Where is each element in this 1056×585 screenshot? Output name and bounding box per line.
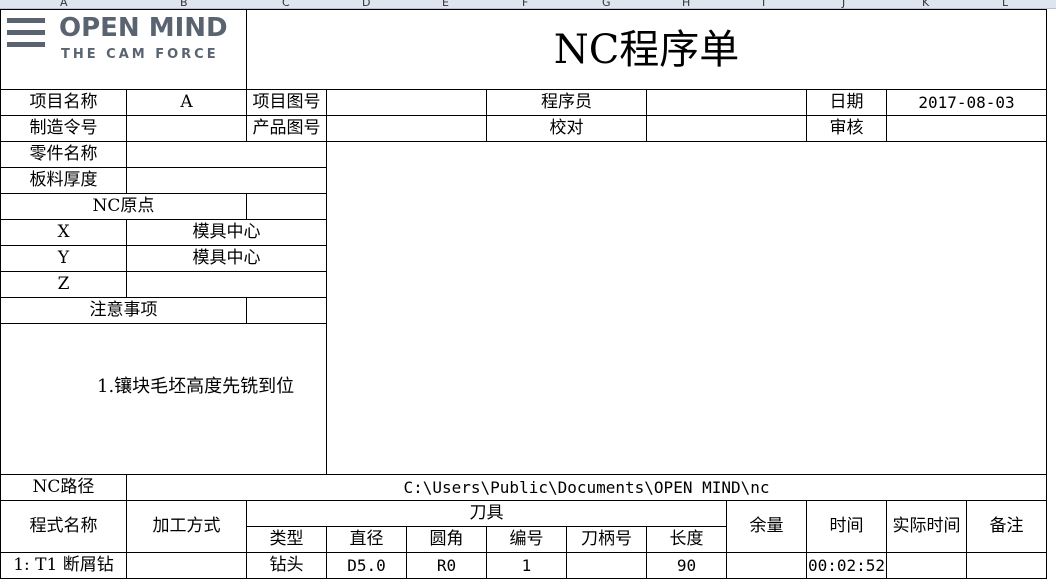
row-tool-type[interactable]: 钻头 (246, 552, 327, 579)
row-stock[interactable] (726, 552, 807, 579)
nc-path-value[interactable]: C:\Users\Public\Documents\OPEN MIND\nc (126, 474, 1047, 501)
z-value[interactable] (126, 271, 327, 298)
review-label[interactable]: 审核 (806, 115, 887, 142)
row-machining-method[interactable] (126, 552, 247, 579)
project-name-value[interactable]: A (126, 89, 247, 116)
y-value[interactable]: 模具中心 (126, 245, 327, 272)
column-header-l[interactable]: L (1002, 0, 1008, 8)
actual-time-header[interactable]: 实际时间 (886, 500, 967, 553)
row-tool-holder[interactable] (566, 552, 647, 579)
row-remarks[interactable] (966, 552, 1047, 579)
column-header-g[interactable]: G (602, 0, 611, 8)
order-value[interactable] (126, 115, 247, 142)
part-name-label[interactable]: 零件名称 (0, 141, 127, 168)
y-label[interactable]: Y (0, 245, 127, 272)
logo-cell: OPEN MIND THE CAM FORCE (0, 9, 247, 90)
time-header[interactable]: 时间 (806, 500, 887, 553)
column-header-d[interactable]: D (362, 0, 370, 8)
project-name-label[interactable]: 项目名称 (0, 89, 127, 116)
column-header-h[interactable]: H (682, 0, 690, 8)
tool-number-header[interactable]: 编号 (486, 526, 567, 553)
date-label[interactable]: 日期 (806, 89, 887, 116)
tool-corner-header[interactable]: 圆角 (406, 526, 487, 553)
x-value[interactable]: 模具中心 (126, 219, 327, 246)
check-value[interactable] (646, 115, 807, 142)
row-tool-number[interactable]: 1 (486, 552, 567, 579)
row-tool-diameter[interactable]: D5.0 (326, 552, 407, 579)
x-label[interactable]: X (0, 219, 127, 246)
column-header-i[interactable]: I (762, 0, 765, 8)
part-name-value[interactable] (126, 141, 327, 168)
tool-header[interactable]: 刀具 (246, 500, 727, 527)
tool-type-header[interactable]: 类型 (246, 526, 327, 553)
z-label[interactable]: Z (0, 271, 127, 298)
nc-program-sheet: OPEN MIND THE CAM FORCE NC程序单 项目名称 A 项目图… (0, 9, 1047, 579)
row-tool-corner[interactable]: R0 (406, 552, 487, 579)
tool-length-header[interactable]: 长度 (646, 526, 727, 553)
drawing-area[interactable] (326, 141, 1047, 475)
column-header-k[interactable]: K (922, 0, 929, 8)
note-area-upper[interactable] (0, 349, 327, 374)
remarks-header[interactable]: 备注 (966, 500, 1047, 553)
thickness-label[interactable]: 板料厚度 (0, 167, 127, 194)
review-value[interactable] (886, 115, 1047, 142)
row-time[interactable]: 00:02:52 (806, 552, 887, 579)
logo-brand-top: OPEN MIND (59, 13, 228, 43)
column-header-e[interactable]: E (442, 0, 449, 8)
row-program-name[interactable]: 1: T1 断屑钻 (0, 552, 127, 579)
programmer-label[interactable]: 程序员 (486, 89, 647, 116)
column-header-bar: A B C D E F G H I J K L (0, 0, 1056, 9)
column-header-c[interactable]: C (282, 0, 290, 8)
note-area-top[interactable] (0, 323, 327, 349)
product-drawing-label[interactable]: 产品图号 (246, 115, 327, 142)
logo-brand-bottom: THE CAM FORCE (61, 47, 219, 62)
column-header-a[interactable]: A (60, 0, 68, 8)
programmer-value[interactable] (646, 89, 807, 116)
open-mind-logo-icon: OPEN MIND THE CAM FORCE (7, 13, 228, 62)
column-header-b[interactable]: B (180, 0, 188, 8)
nc-path-label[interactable]: NC路径 (0, 474, 127, 501)
project-drawing-label[interactable]: 项目图号 (246, 89, 327, 116)
nc-origin-label[interactable]: NC原点 (0, 193, 247, 220)
order-label[interactable]: 制造令号 (0, 115, 127, 142)
date-value[interactable]: 2017-08-03 (886, 89, 1047, 116)
sheet-title[interactable]: NC程序单 (246, 9, 1047, 90)
note-text[interactable]: 1.镶块毛坯高度先铣到位 (0, 374, 327, 399)
stock-header[interactable]: 余量 (726, 500, 807, 553)
check-label[interactable]: 校对 (486, 115, 647, 142)
notes-value[interactable] (246, 297, 327, 324)
table-row: 1: T1 断屑钻 钻头 D5.0 R0 1 90 00:02:52 (0, 552, 1047, 579)
row-tool-length[interactable]: 90 (646, 552, 727, 579)
row-actual-time[interactable] (886, 552, 967, 579)
notes-label[interactable]: 注意事项 (0, 297, 247, 324)
column-header-f[interactable]: F (522, 0, 528, 8)
machining-method-header[interactable]: 加工方式 (126, 500, 247, 553)
note-area-bottom[interactable] (0, 449, 327, 475)
program-name-header[interactable]: 程式名称 (0, 500, 127, 553)
column-header-j[interactable]: J (842, 0, 845, 8)
tool-diameter-header[interactable]: 直径 (326, 526, 407, 553)
nc-origin-value[interactable] (246, 193, 327, 220)
note-area-lower[interactable] (0, 399, 327, 424)
note-area-lower-2[interactable] (0, 424, 327, 449)
tool-holder-header[interactable]: 刀柄号 (566, 526, 647, 553)
project-drawing-value[interactable] (326, 89, 487, 116)
thickness-value[interactable] (126, 167, 327, 194)
spreadsheet-grid: OPEN MIND THE CAM FORCE NC程序单 项目名称 A 项目图… (0, 9, 1047, 579)
product-drawing-value[interactable] (326, 115, 487, 142)
